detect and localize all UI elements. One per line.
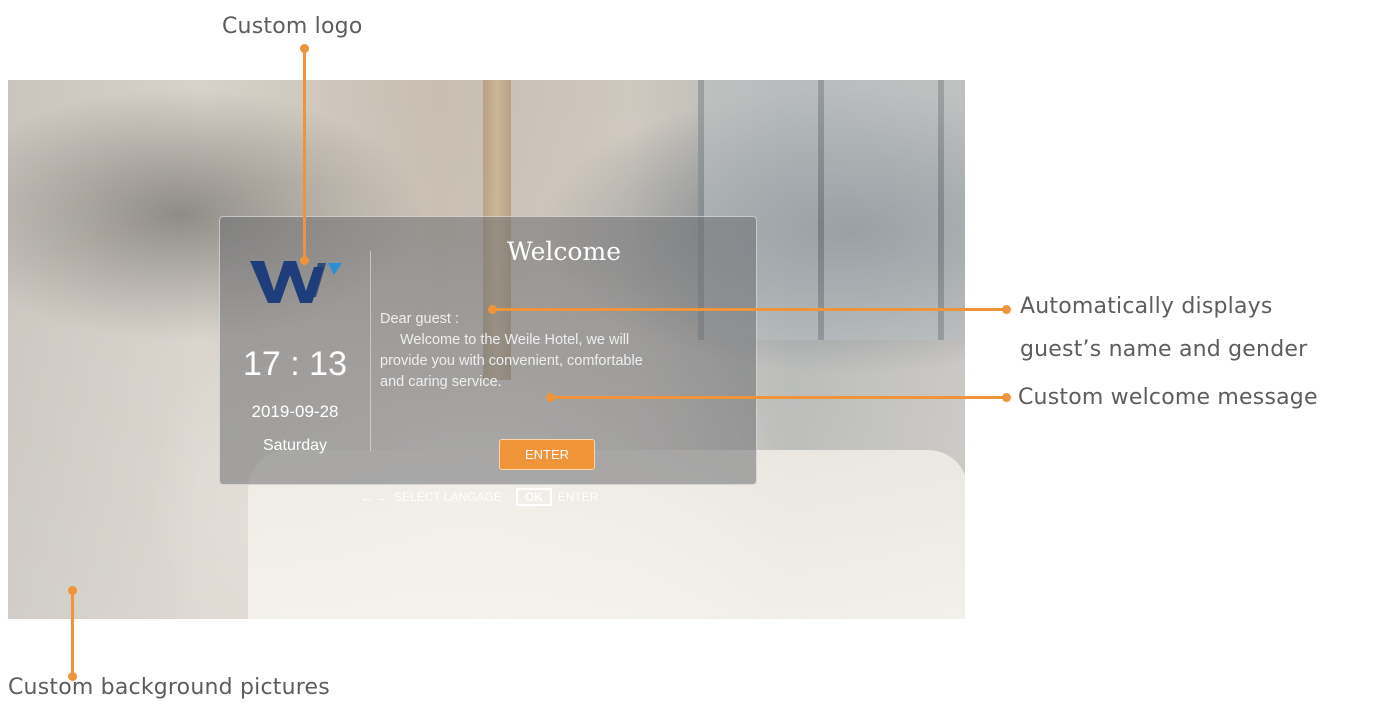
enter-button[interactable]: ENTER — [499, 439, 595, 470]
callout-line-background — [71, 590, 74, 676]
callout-dot-guest-start — [488, 305, 497, 314]
welcome-panel: 17 : 13 2019-09-28 Saturday Welcome Dear… — [219, 216, 757, 485]
callout-line-guest — [492, 308, 1006, 311]
clock-time: 17 : 13 — [243, 345, 347, 383]
enter-hint: ENTER — [557, 490, 599, 504]
left-right-arrows-icon: ←→ — [360, 489, 388, 505]
select-language-hint: SELECT LANGAGE — [394, 490, 502, 504]
callout-dot-logo — [300, 256, 309, 265]
callout-dot-background — [68, 586, 77, 595]
clock-date: 2019-09-28 — [251, 402, 339, 421]
hotel-logo-icon — [250, 261, 342, 303]
callout-dot-logo-top — [300, 44, 309, 53]
welcome-title: Welcome — [506, 237, 621, 266]
remote-hint: ←→ SELECT LANGAGE OK ENTER — [360, 488, 599, 506]
annotation-custom-logo: Custom logo — [222, 14, 363, 39]
callout-dot-guest-end — [1002, 305, 1011, 314]
message-line: provide you with convenient, comfortable — [380, 353, 643, 369]
welcome-message: Dear guest : Welcome to the Weile Hotel,… — [380, 309, 750, 393]
ok-key-icon: OK — [515, 488, 552, 506]
callout-dot-background-bottom — [68, 672, 77, 681]
callout-line-message — [550, 396, 1006, 399]
annotation-background: Custom background pictures — [8, 675, 330, 700]
panel-divider — [370, 251, 371, 451]
message-line: and caring service. — [380, 374, 502, 390]
callout-dot-message-end — [1002, 393, 1011, 402]
callout-dot-message-start — [546, 393, 555, 402]
annotation-guest-gender: guest’s name and gender — [1020, 337, 1308, 362]
message-line: Welcome to the Weile Hotel, we will — [400, 332, 630, 348]
annotation-welcome-message: Custom welcome message — [1018, 385, 1318, 410]
callout-line-logo — [303, 48, 306, 260]
guest-greeting: Dear guest : — [380, 311, 459, 327]
annotation-guest-name: Automatically displays — [1020, 294, 1273, 319]
clock-day: Saturday — [262, 437, 328, 454]
